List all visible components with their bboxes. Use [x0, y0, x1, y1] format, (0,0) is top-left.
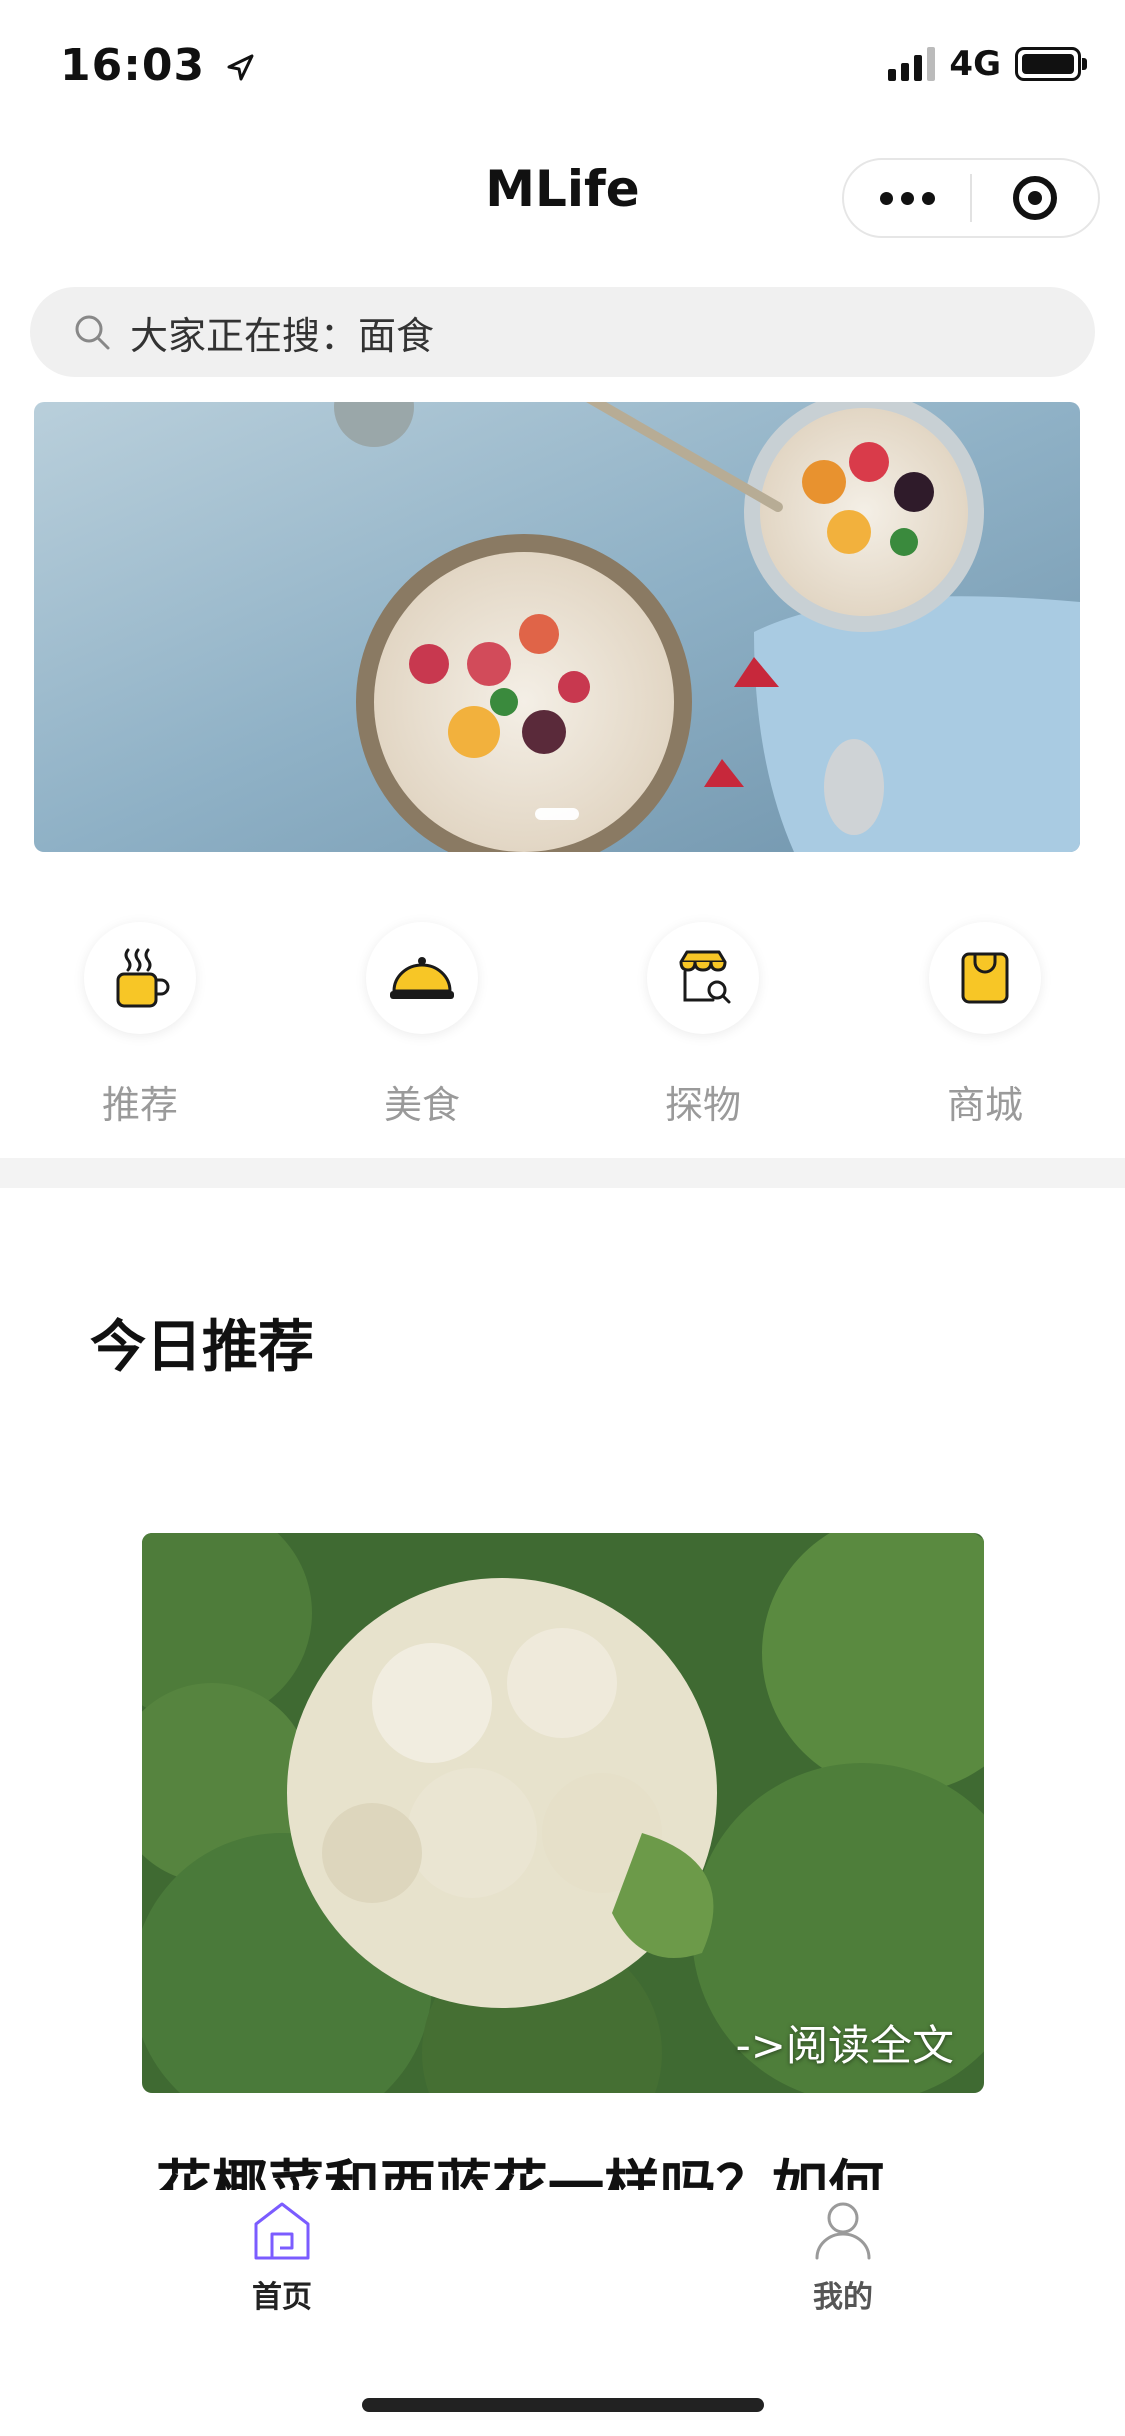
- cauliflower-broccoli-photo: [142, 1533, 984, 2093]
- status-indicators: 4G: [888, 44, 1087, 84]
- banner-indicator: [535, 808, 579, 820]
- food-cloche-icon: [366, 922, 478, 1034]
- category-label: 商城: [946, 1083, 1023, 1127]
- category-food[interactable]: 美食: [332, 922, 512, 1129]
- target-icon: [1013, 176, 1057, 220]
- search-bar[interactable]: 大家正在搜：面食: [30, 287, 1095, 377]
- network-type: 4G: [949, 44, 1001, 84]
- search-placeholder: 大家正在搜：面食: [130, 313, 435, 358]
- tab-mine[interactable]: 我的: [743, 2200, 943, 2316]
- shopping-bag-icon: [929, 922, 1041, 1034]
- home-indicator: [362, 2398, 764, 2412]
- breakfast-bowls-photo: [34, 402, 1080, 852]
- article-title[interactable]: 花椰菜和西蓝花一样吗？如何: [156, 2148, 976, 2194]
- battery-icon: [1015, 47, 1087, 81]
- category-mall[interactable]: 商城: [895, 922, 1075, 1129]
- status-time: 16:03: [60, 40, 255, 91]
- article-image[interactable]: ->阅读全文: [142, 1533, 984, 2093]
- coffee-cup-icon: [84, 922, 196, 1034]
- search-icon: [75, 315, 110, 350]
- mini-program-capsule: [842, 158, 1100, 238]
- category-recommend[interactable]: 推荐: [50, 922, 230, 1129]
- category-label: 美食: [383, 1083, 460, 1127]
- read-more-link[interactable]: ->阅读全文: [736, 2012, 954, 2073]
- shop-search-icon: [647, 922, 759, 1034]
- ellipsis-icon: [879, 191, 893, 205]
- more-button[interactable]: [844, 160, 970, 236]
- tab-label: 首页: [252, 2280, 312, 2315]
- close-miniprogram-button[interactable]: [972, 176, 1098, 220]
- signal-icon: [888, 47, 936, 81]
- category-label: 探物: [664, 1083, 741, 1127]
- tab-label: 我的: [813, 2280, 873, 2315]
- status-time-text: 16:03: [60, 40, 206, 91]
- category-label: 推荐: [101, 1083, 178, 1127]
- location-arrow-icon: [227, 54, 254, 81]
- section-divider: [0, 1158, 1125, 1188]
- home-icon: [254, 2202, 310, 2260]
- section-title: 今日推荐: [90, 1315, 314, 1380]
- tab-bar: [0, 2190, 1125, 2350]
- banner-image[interactable]: [34, 402, 1080, 852]
- tab-home[interactable]: 首页: [182, 2200, 382, 2316]
- category-explore[interactable]: 探物: [613, 922, 793, 1129]
- user-icon: [815, 2202, 871, 2260]
